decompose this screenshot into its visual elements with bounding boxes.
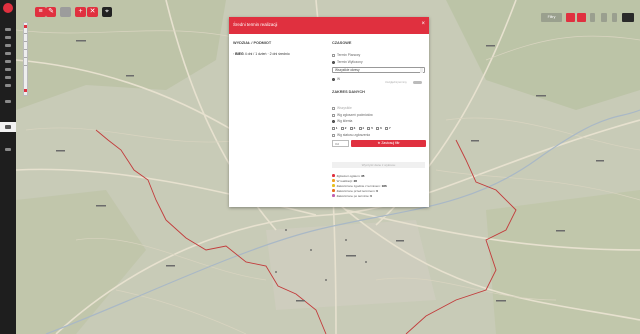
select-value: Wszystkie okresy	[335, 68, 360, 72]
legend-item: Zakończone po terminie: 0	[332, 194, 372, 198]
sub-option-entities[interactable]: Wg zgłoszeń podmiotów	[332, 113, 373, 117]
rail-item-active[interactable]	[0, 122, 16, 132]
sub-option-all[interactable]: Wszystkie	[332, 106, 352, 110]
chevron-down-icon	[420, 68, 423, 73]
close-icon[interactable]: ×	[421, 21, 425, 27]
checkbox-icon	[332, 133, 335, 137]
app-logo[interactable]	[3, 3, 13, 13]
apply-filter-button[interactable]: ★ Zastosuj filtr	[351, 140, 426, 147]
legend-dot	[332, 189, 335, 192]
legend-dot	[332, 174, 335, 177]
day-field[interactable]: 2	[340, 126, 346, 130]
day-field[interactable]: 6	[376, 126, 382, 130]
rail-icon-6[interactable]	[5, 68, 11, 71]
district-row[interactable]: › BIEG 4 dni / 1 dzień · 2 dni średnio	[233, 52, 290, 56]
rail-icon-3[interactable]	[5, 44, 11, 47]
settings-icon[interactable]	[612, 13, 617, 22]
filter-tag[interactable]: Filtry	[541, 13, 562, 22]
option-inline-radio[interactable]: W	[332, 77, 340, 81]
legend-item: Zakończone przed terminem: 0	[332, 189, 378, 193]
modal-header: Średni termin realizacji ×	[229, 17, 429, 34]
terms-toggle[interactable]	[413, 81, 422, 84]
zoom-control[interactable]	[23, 22, 28, 96]
day-fields: 1 2 3 4 5 6 7	[332, 126, 393, 131]
filter-icon: ≡	[38, 8, 43, 15]
toolbar-filter-button[interactable]: ≡	[35, 7, 46, 17]
day-field[interactable]: 7	[385, 126, 391, 130]
rail-icon-10[interactable]	[5, 148, 11, 151]
left-column-heading: WYDZIAŁ / PODMIOT	[233, 41, 272, 45]
pin-icon: ⌖	[105, 8, 109, 15]
sub-option-client[interactable]: Wg klienta	[332, 119, 352, 123]
toolbar-edit-button[interactable]: ✎	[46, 7, 56, 17]
from-input[interactable]: Od	[332, 140, 349, 147]
radio-icon	[332, 77, 335, 81]
rail-icon-9[interactable]	[5, 100, 11, 103]
rail-icon-5[interactable]	[5, 60, 11, 63]
rail-icon-8[interactable]	[5, 84, 11, 87]
status-option[interactable]: Wg statusu zgłoszenia	[332, 133, 370, 137]
option-label: Wg klienta	[337, 119, 353, 123]
zoom-out-button[interactable]	[24, 89, 27, 92]
toolbar-close-button[interactable]: ✕	[87, 7, 98, 17]
day-field[interactable]: 5	[367, 126, 373, 130]
pencil-icon: ✎	[48, 8, 54, 15]
toggle-label: Uwzględnij terminy	[385, 81, 407, 84]
realization-time-modal: Średni termin realizacji × WYDZIAŁ / POD…	[229, 17, 429, 207]
plus-icon: +	[78, 8, 83, 15]
zoom-tick	[24, 49, 27, 50]
toolbar-add-button[interactable]: +	[75, 7, 86, 17]
expand-chevron-icon[interactable]: ›	[233, 52, 234, 56]
legend-dot	[332, 184, 335, 187]
zoom-tick	[24, 57, 27, 58]
toolbar-pin-button[interactable]: ⌖	[102, 7, 112, 17]
legend-dot	[332, 179, 335, 182]
zoom-in-button[interactable]	[24, 25, 27, 28]
option-label: Wszystkie	[337, 106, 352, 110]
zoom-tick	[24, 65, 27, 66]
rail-icon-2[interactable]	[5, 36, 11, 39]
day-field[interactable]: 3	[349, 126, 355, 130]
toolbar-disabled-button[interactable]	[60, 7, 71, 17]
district-name: BIEG	[235, 52, 244, 56]
user-icon[interactable]	[622, 13, 634, 22]
option-label: Wg statusu zgłoszenia	[337, 133, 370, 137]
option-label: Wg zgłoszeń podmiotów	[337, 113, 373, 117]
legend-item: Zgłoszeń ogółem: 35	[332, 174, 364, 178]
rail-icon-4[interactable]	[5, 52, 11, 55]
checkbox-icon	[332, 113, 335, 117]
legend-dot	[332, 194, 335, 197]
option-label: Termin Wyliczony	[337, 60, 363, 64]
legend-item: Zakończone zgodnie z terminem: 186	[332, 184, 387, 188]
radio-icon	[332, 60, 335, 64]
top-right-red-button-2[interactable]	[577, 13, 586, 22]
option-computed-term[interactable]: Termin Wyliczony	[332, 60, 363, 64]
option-planned-term[interactable]: Termin Planowy	[332, 53, 360, 57]
checkbox-icon	[332, 106, 335, 110]
zoom-tick	[24, 33, 27, 34]
radio-icon	[332, 119, 335, 123]
option-label: W	[337, 77, 341, 81]
day-field[interactable]: 4	[358, 126, 364, 130]
period-select[interactable]: Wszystkie okresy	[332, 67, 425, 73]
checkbox-icon	[332, 53, 335, 57]
grid-icon[interactable]	[590, 13, 595, 22]
right-column-heading: CZASOWE	[332, 41, 352, 45]
zoom-tick	[24, 41, 27, 42]
left-sidebar-rail	[0, 0, 16, 334]
sub-heading: ZAKRES DANYCH	[332, 90, 365, 94]
district-extra: średnio	[278, 52, 290, 56]
top-right-red-button[interactable]	[566, 13, 575, 22]
list-icon[interactable]	[601, 13, 607, 22]
clear-chart-button[interactable]: Wyczyść dane z wykresu	[332, 162, 425, 168]
legend-item: W realizacji: 28	[332, 179, 357, 183]
district-value: 4 dni / 1 dzień · 2 dni	[244, 52, 278, 56]
rail-icon-1[interactable]	[5, 28, 11, 31]
close-icon: ✕	[89, 8, 96, 15]
layers-icon	[5, 125, 11, 129]
option-label: Termin Planowy	[337, 53, 361, 57]
modal-title: Średni termin realizacji	[233, 22, 278, 27]
rail-icon-7[interactable]	[5, 76, 11, 79]
day-field[interactable]: 1	[332, 126, 338, 130]
